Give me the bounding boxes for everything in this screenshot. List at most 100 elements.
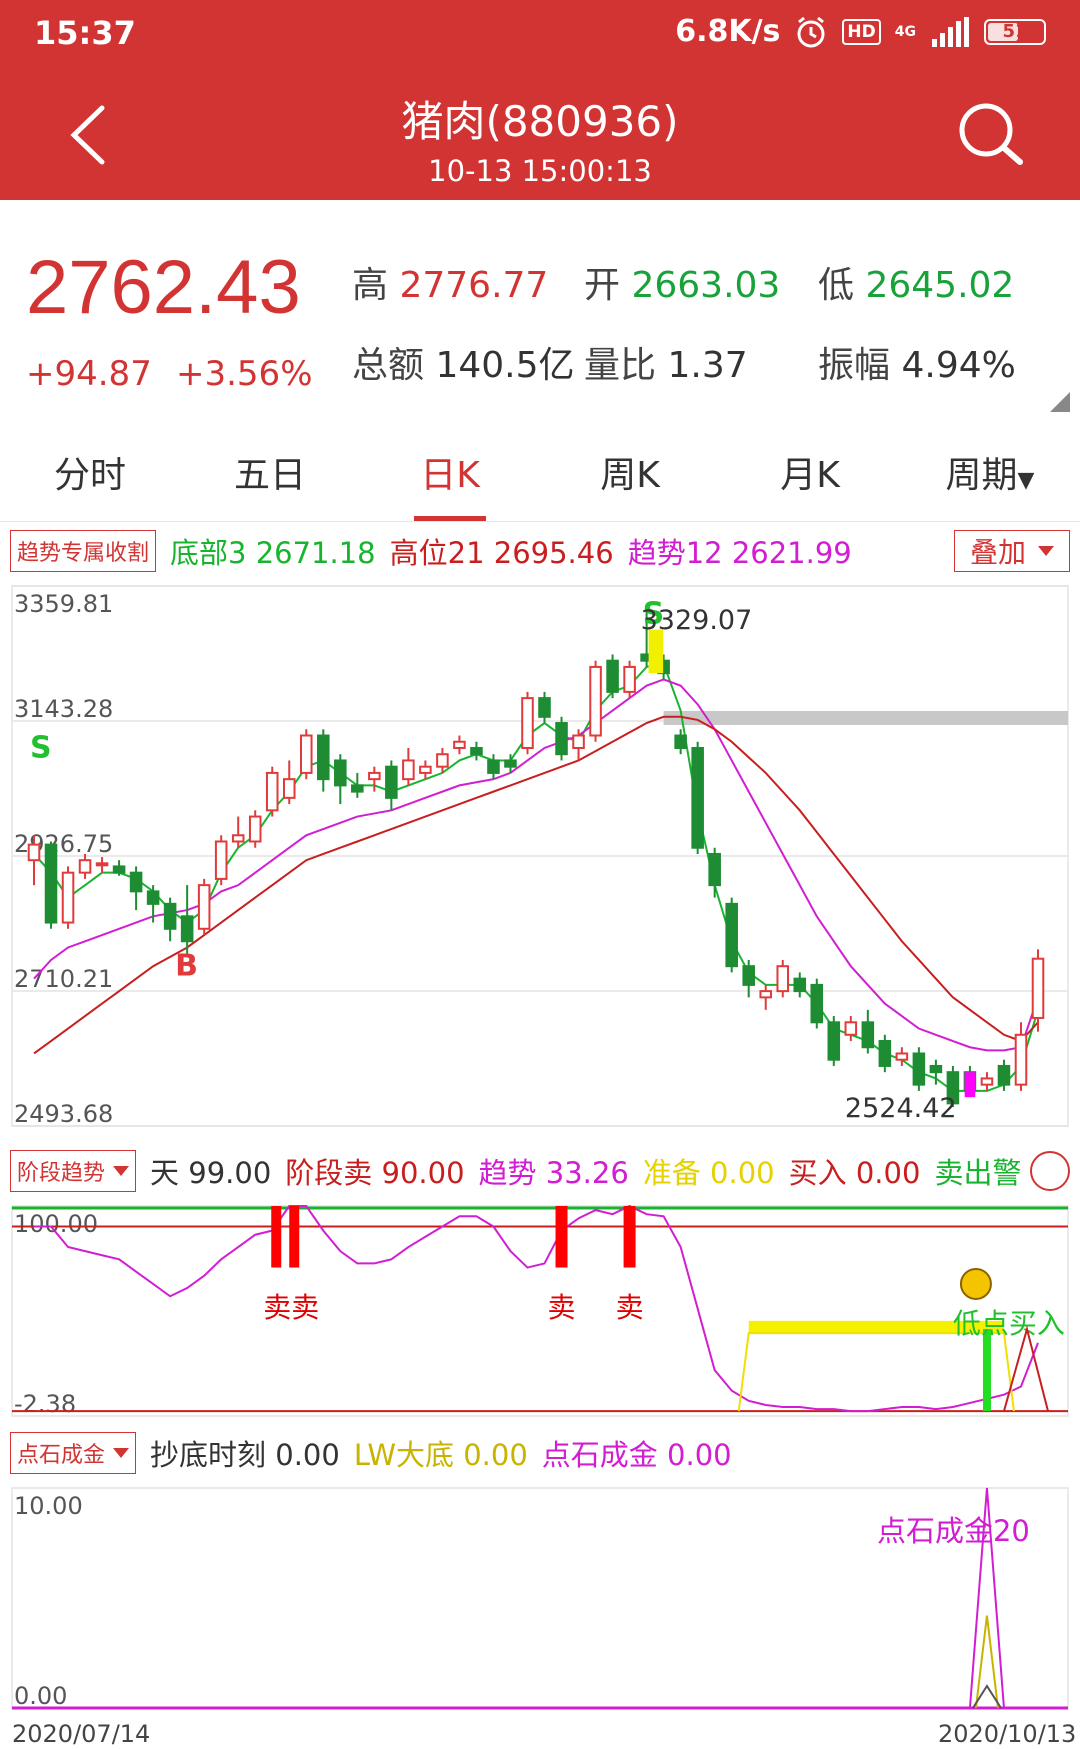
candle	[78, 859, 92, 874]
tab-monthly-k[interactable]: 月K	[720, 430, 900, 521]
hd-badge: HD	[842, 18, 881, 45]
candle	[44, 843, 58, 924]
x-tick-label: 2020/10/13	[938, 1720, 1076, 1748]
refresh-icon[interactable]	[1030, 1151, 1070, 1191]
search-button[interactable]	[956, 100, 1026, 170]
candle	[538, 697, 551, 718]
quote-volume-ratio: 量比 1.37	[584, 345, 748, 386]
prepare-outline	[737, 1332, 1015, 1412]
sell-bar	[271, 1206, 282, 1268]
quote-amplitude: 振幅 4.94%	[818, 345, 1016, 386]
candle	[163, 902, 177, 930]
sub1-indicator-row: 阶段趋势 天 99.00 阶段卖 90.00 趋势 33.26 准备 0.00 …	[0, 1144, 1080, 1198]
candle	[282, 778, 296, 799]
quote-panel: 2762.43 +94.87 +3.56% 高 2776.77 开 2663.0…	[0, 200, 1080, 430]
candle	[1014, 1033, 1028, 1086]
sub2-indicator-select[interactable]: 点石成金	[10, 1432, 137, 1474]
golden-touch-chart[interactable]: 10.00 0.00 点石成金20 2020/07/14 2020/10/13	[0, 1480, 1080, 1749]
y-tick-label: 10.00	[14, 1492, 83, 1520]
y-tick-label: -2.38	[14, 1390, 76, 1418]
candle	[402, 759, 415, 781]
candlestick-chart[interactable]: 3359.813143.282926.752710.212493.68SSB33…	[0, 578, 1080, 1142]
candle	[487, 759, 500, 774]
main-indicator-select[interactable]: 趋势专属收割	[10, 530, 157, 572]
candle	[248, 815, 262, 843]
candle	[555, 722, 568, 756]
candle	[793, 977, 807, 993]
max-price-label: 3329.07	[641, 605, 753, 636]
candle	[61, 871, 75, 924]
candle	[351, 784, 364, 793]
tab-intraday[interactable]: 分时	[0, 430, 180, 521]
candle	[980, 1077, 994, 1086]
stage-trend-chart[interactable]: 100.00-2.38卖卖卖卖低点买入	[0, 1198, 1080, 1424]
candle	[180, 915, 194, 943]
y-tick-label: 2493.68	[14, 1100, 113, 1128]
chevron-down-icon: ▼	[1017, 468, 1035, 493]
candle	[453, 740, 466, 749]
candle	[146, 890, 160, 905]
candle	[27, 843, 41, 862]
resistance-band	[663, 710, 1068, 725]
candle	[708, 852, 721, 887]
tab-five-day[interactable]: 五日	[180, 430, 360, 521]
candle	[419, 765, 432, 774]
sub2-indicator-row: 点石成金 抄底时刻 0.00 LW大底 0.00 点石成金 0.00	[0, 1426, 1080, 1480]
network-speed: 6.8K/s	[675, 14, 781, 49]
emoji-icon	[959, 1267, 992, 1300]
sell-label: 卖	[548, 1291, 576, 1324]
sell-bar	[555, 1206, 568, 1268]
candle	[265, 771, 279, 812]
top-bar: 15:37 6.8K/s HD 4G 51 猪肉(880936) 10-13 1…	[0, 0, 1080, 200]
candle	[299, 734, 313, 774]
buy-bar	[982, 1329, 991, 1412]
candle	[759, 990, 773, 999]
expand-corner-icon[interactable]	[1050, 392, 1070, 412]
sell-label: 卖卖	[263, 1291, 319, 1324]
candle	[572, 734, 585, 749]
sub1-item-trend: 趋势 33.26	[478, 1156, 629, 1190]
sub2-item-bottom-time: 抄底时刻 0.00	[150, 1438, 340, 1472]
candle	[521, 697, 534, 749]
candle	[878, 1040, 892, 1067]
sub1-indicator-select[interactable]: 阶段趋势	[10, 1150, 137, 1192]
indicator-trend: 趋势12 2621.99	[627, 536, 852, 570]
chart-frame	[11, 1205, 1069, 1417]
candle	[214, 840, 228, 880]
quote-amount: 总额 140.5亿	[352, 345, 575, 386]
candle	[317, 734, 330, 781]
quote-high: 高 2776.77	[352, 265, 549, 306]
buy-marker: B	[175, 949, 198, 984]
candle	[385, 765, 398, 799]
y-tick-label: 3143.28	[14, 695, 113, 723]
sub1-item-prepare: 准备 0.00	[642, 1156, 775, 1190]
quote-datetime: 10-13 15:00:13	[428, 154, 652, 188]
candle	[691, 746, 704, 849]
overlay-button[interactable]: 叠加	[954, 530, 1070, 572]
tab-daily-k[interactable]: 日K	[360, 430, 540, 521]
lw-peak	[974, 1615, 999, 1709]
candle	[623, 665, 636, 693]
candle	[334, 759, 347, 787]
golden-peak-label: 点石成金20	[877, 1514, 1030, 1548]
candle	[95, 862, 109, 867]
tab-weekly-k[interactable]: 周K	[540, 430, 720, 521]
alert-triangle	[1003, 1325, 1049, 1412]
candle	[129, 871, 143, 893]
page-title: 猪肉(880936)	[401, 97, 679, 146]
sub1-item-sell-alert: 卖出警	[934, 1156, 1022, 1190]
main-indicator-row: 趋势专属收割 底部3 2671.18 高位21 2695.46 趋势12 262…	[0, 524, 1080, 578]
bottom-line	[33, 662, 1039, 1092]
sub1-item-stage-sell: 阶段卖 90.00	[285, 1156, 465, 1190]
candle	[725, 902, 738, 968]
candle	[844, 1021, 858, 1036]
candle	[197, 884, 211, 930]
indicator-bottom: 底部3 2671.18	[170, 536, 376, 570]
period-tabs: 分时 五日 日K 周K 月K 周期▼	[0, 430, 1080, 522]
candle	[589, 665, 602, 737]
tab-period[interactable]: 周期▼	[900, 430, 1080, 521]
candle	[895, 1052, 909, 1061]
candle	[827, 1021, 841, 1061]
candle	[231, 834, 245, 843]
sub1-item-sky: 天 99.00	[150, 1156, 272, 1190]
